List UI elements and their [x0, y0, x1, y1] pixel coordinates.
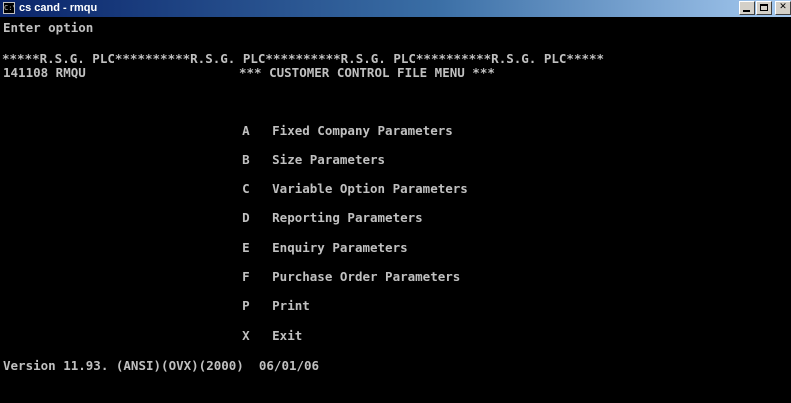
minimize-button[interactable]	[739, 1, 755, 15]
console-output[interactable]: Enter option *****R.S.G. PLC**********R.…	[0, 17, 791, 403]
menu-key: C	[242, 181, 250, 196]
window-controls: ✕	[739, 1, 791, 16]
option-prompt: Enter option	[3, 20, 94, 35]
minimize-icon	[743, 10, 750, 12]
menu-label: Purchase Order Parameters	[272, 269, 461, 284]
console-icon[interactable]: C:\	[3, 2, 15, 14]
menu-key: E	[242, 240, 250, 255]
menu-key: P	[242, 298, 250, 313]
menu-key: D	[242, 210, 250, 225]
menu-title: *** CUSTOMER CONTROL FILE MENU ***	[239, 65, 495, 80]
program-id: 141108 RMQU	[3, 65, 86, 80]
menu-label: Reporting Parameters	[272, 210, 423, 225]
menu-label: Enquiry Parameters	[272, 240, 408, 255]
console-window: C:\ cs cand - rmqu ✕ Enter option *****R…	[0, 0, 791, 403]
close-button[interactable]: ✕	[775, 1, 791, 15]
menu-key: X	[242, 328, 250, 343]
menu-key: A	[242, 123, 250, 138]
menu-label: Print	[272, 298, 310, 313]
maximize-icon	[760, 4, 768, 11]
maximize-button[interactable]	[756, 1, 772, 15]
menu-label: Exit	[272, 328, 303, 343]
window-title: cs cand - rmqu	[19, 2, 98, 14]
menu-item-exit[interactable]: X Exit	[197, 315, 302, 357]
version-line: Version 11.93. (ANSI)(OVX)(2000) 06/01/0…	[3, 358, 320, 373]
title-bar[interactable]: C:\ cs cand - rmqu ✕	[0, 0, 791, 17]
menu-key: B	[242, 152, 250, 167]
menu-key: F	[242, 269, 250, 284]
close-icon: ✕	[779, 2, 787, 12]
menu-label: Size Parameters	[272, 152, 386, 167]
menu-label: Fixed Company Parameters	[272, 123, 453, 138]
company-banner: *****R.S.G. PLC**********R.S.G. PLC*****…	[2, 51, 605, 66]
menu-label: Variable Option Parameters	[272, 181, 468, 196]
